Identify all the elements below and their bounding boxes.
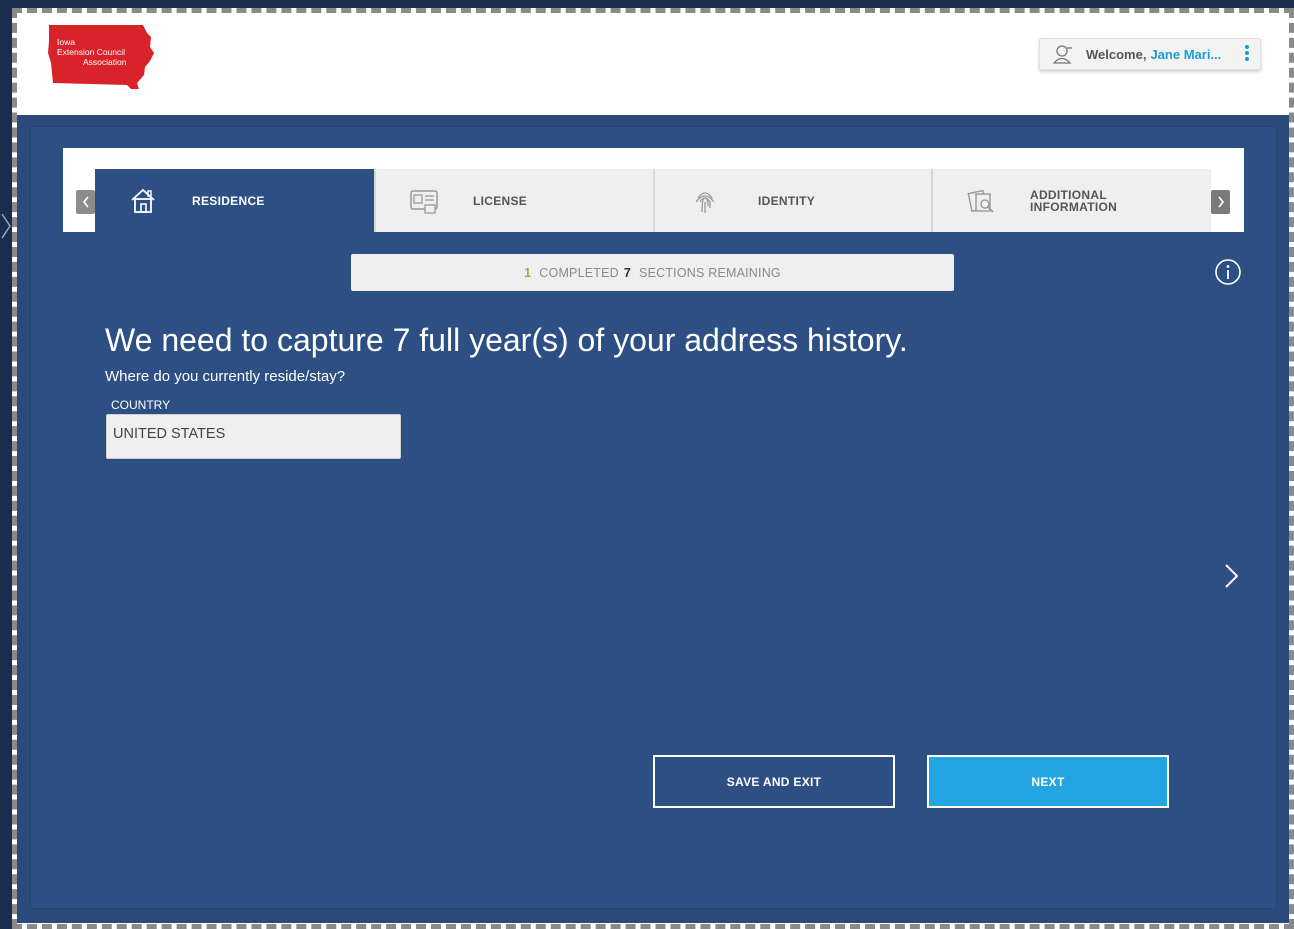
- house-icon: [131, 188, 155, 213]
- tab-additional-information[interactable]: ADDITIONAL INFORMATION: [933, 169, 1211, 232]
- residence-question: Where do you currently reside/stay?: [105, 368, 346, 385]
- logo-line-2: Extension Council: [57, 47, 126, 57]
- tab-label: IDENTITY: [758, 193, 816, 208]
- completed-count: 1: [524, 265, 532, 280]
- tab-residence[interactable]: RESIDENCE: [95, 169, 374, 232]
- user-menu[interactable]: Welcome, Jane Mari...: [1039, 38, 1261, 70]
- user-icon: [1052, 45, 1072, 64]
- logo-text: Iowa Extension Council Association: [57, 37, 126, 67]
- country-field[interactable]: UNITED STATES: [106, 414, 401, 459]
- section-progress: 1 COMPLETED 7 SECTIONS REMAINING: [351, 254, 954, 291]
- chevron-right-icon: [1217, 196, 1224, 208]
- logo-line-3: Association: [83, 57, 127, 67]
- tabs-prev-button[interactable]: [76, 190, 95, 214]
- id-card-icon: [410, 189, 438, 214]
- chevron-left-icon: [82, 196, 89, 208]
- documents-icon: [967, 189, 994, 213]
- chevron-right-icon[interactable]: [1220, 562, 1242, 590]
- info-icon[interactable]: [1214, 258, 1242, 286]
- next-button[interactable]: NEXT: [927, 755, 1169, 808]
- kebab-menu-icon[interactable]: [1244, 44, 1250, 62]
- remaining-count: 7: [623, 265, 632, 280]
- logo-line-1: Iowa: [57, 37, 75, 47]
- welcome-label: Welcome,: [1086, 46, 1147, 62]
- tab-label: LICENSE: [473, 193, 528, 208]
- page-title: We need to capture 7 full year(s) of you…: [105, 322, 908, 358]
- completed-label: COMPLETED: [539, 265, 619, 280]
- tab-label: RESIDENCE: [192, 193, 265, 208]
- chevron-left-edge-icon: [1, 213, 11, 239]
- tab-label-line-1: ADDITIONAL: [1030, 187, 1107, 202]
- save-and-exit-button[interactable]: SAVE AND EXIT: [653, 755, 895, 808]
- brand-logo[interactable]: Iowa Extension Council Association: [47, 23, 155, 93]
- fingerprint-icon: [695, 191, 715, 213]
- app-header: Iowa Extension Council Association Welco…: [17, 13, 1289, 115]
- tab-label-line-2: INFORMATION: [1030, 199, 1118, 214]
- tab-identity[interactable]: IDENTITY: [655, 169, 931, 232]
- tab-license[interactable]: LICENSE: [376, 169, 653, 232]
- tab-label: ADDITIONAL INFORMATION: [1030, 189, 1117, 213]
- country-label: COUNTRY: [111, 398, 171, 412]
- user-name[interactable]: Jane Mari...: [1150, 47, 1221, 62]
- remaining-label: SECTIONS REMAINING: [639, 265, 781, 280]
- tabs-next-button[interactable]: [1211, 190, 1230, 214]
